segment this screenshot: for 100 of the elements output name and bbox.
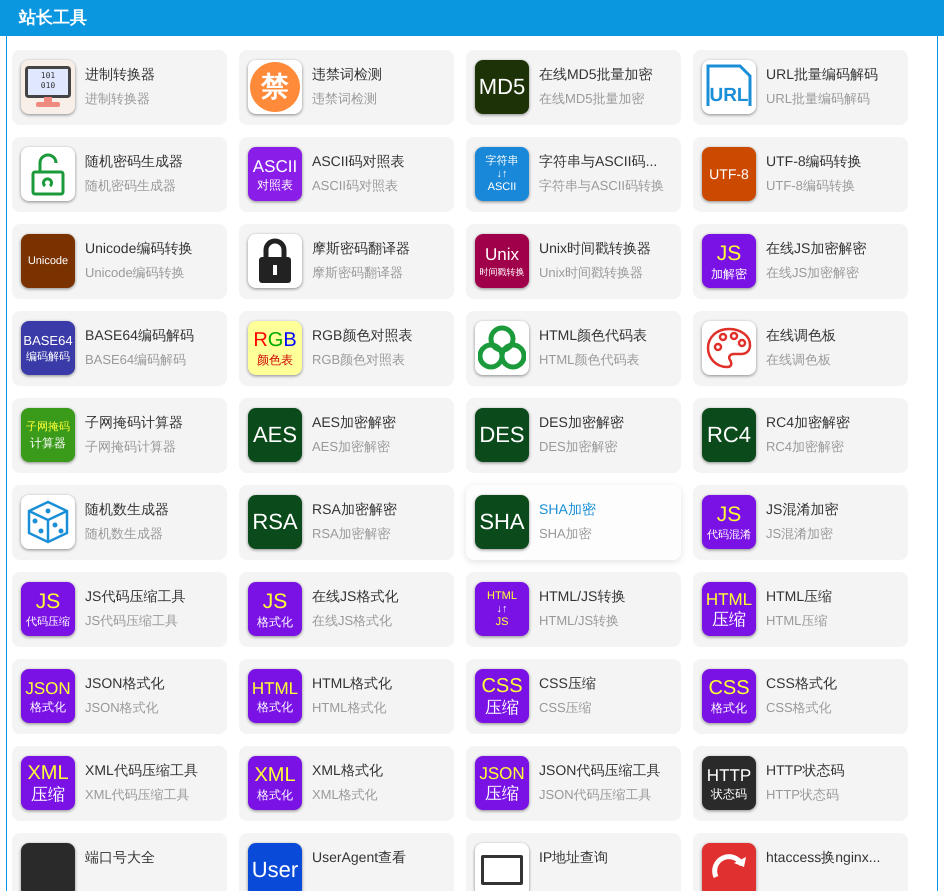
tool-card[interactable]: JSON 格式化 JSON格式化 JSON格式化 bbox=[12, 659, 227, 734]
tool-subtitle: 摩斯密码翻译器 bbox=[312, 264, 404, 282]
icon-label: 编码解码 bbox=[26, 352, 70, 362]
tool-subtitle: XML格式化 bbox=[312, 786, 379, 804]
icon-label: UTF-8 bbox=[709, 167, 749, 181]
icon-label: 压缩 bbox=[485, 699, 519, 716]
tool-card[interactable]: htaccess换nginx... bbox=[693, 833, 908, 891]
tool-subtitle: HTML格式化 bbox=[312, 699, 388, 717]
icon-label: SHA bbox=[479, 511, 525, 533]
icon-label: RSA bbox=[252, 511, 298, 533]
tool-subtitle: JSON格式化 bbox=[85, 699, 160, 717]
tool-subtitle: 在线调色板 bbox=[766, 351, 832, 369]
icon-label: JS bbox=[716, 504, 742, 524]
tool-card[interactable]: JS 加解密 在线JS加密解密 在线JS加密解密 bbox=[693, 224, 908, 299]
tool-card[interactable]: RC4 RC4加密解密 RC4加密解密 bbox=[693, 398, 908, 473]
tool-card[interactable]: User UserAgent查看 bbox=[239, 833, 454, 891]
tool-subtitle: DES加密解密 bbox=[539, 438, 619, 456]
lock-icon bbox=[21, 147, 75, 201]
icon-label: ASCII bbox=[252, 158, 298, 174]
icon-label: HTML bbox=[706, 590, 752, 608]
tool-card[interactable]: HTML 格式化 HTML格式化 HTML格式化 bbox=[239, 659, 454, 734]
tool-subtitle: BASE64编码解码 bbox=[85, 351, 188, 369]
tool-title: UserAgent查看 bbox=[312, 848, 406, 867]
tool-card[interactable]: JS 代码压缩 JS代码压缩工具 JS代码压缩工具 bbox=[12, 572, 227, 647]
tool-subtitle: 随机数生成器 bbox=[85, 525, 164, 543]
icon-label: 字符串 bbox=[486, 154, 518, 168]
icon-label: ASCII bbox=[488, 180, 516, 194]
tool-card[interactable]: HTML颜色代码表 HTML颜色代码表 bbox=[466, 311, 681, 386]
tool-card[interactable]: Unix 时间戳转换 Unix时间戳转换器 Unix时间戳转换器 bbox=[466, 224, 681, 299]
tool-title: 在线调色板 bbox=[766, 326, 836, 345]
tool-subtitle: Unicode编码转换 bbox=[85, 264, 186, 282]
tool-card[interactable]: IP地址查询 bbox=[466, 833, 681, 891]
tool-card[interactable]: HTML ↓↑ JS HTML/JS转换 HTML/JS转换 bbox=[466, 572, 681, 647]
tool-card[interactable]: Unicode Unicode编码转换 Unicode编码转换 bbox=[12, 224, 227, 299]
tool-card[interactable]: 禁 违禁词检测 违禁词检测 bbox=[239, 50, 454, 125]
icon-label: JS bbox=[36, 590, 60, 612]
icon-label: 时间戳转换 bbox=[480, 268, 524, 276]
tool-card[interactable]: XML 格式化 XML格式化 XML格式化 bbox=[239, 746, 454, 821]
tool-subtitle: JS代码压缩工具 bbox=[85, 612, 180, 630]
tool-title: HTTP状态码 bbox=[766, 761, 845, 780]
icon-label: DES bbox=[479, 424, 525, 446]
tool-card[interactable]: HTTP 状态码 HTTP状态码 HTTP状态码 bbox=[693, 746, 908, 821]
tool-card[interactable]: URL URL批量编码解码 URL批量编码解码 bbox=[693, 50, 908, 125]
icon-label: Unicode bbox=[28, 256, 68, 266]
tool-title: 进制转换器 bbox=[85, 65, 155, 84]
tool-card[interactable]: JSON 压缩 JSON代码压缩工具 JSON代码压缩工具 bbox=[466, 746, 681, 821]
header-title: 站长工具 bbox=[19, 7, 87, 30]
tool-title: JS代码压缩工具 bbox=[85, 587, 186, 606]
tool-card[interactable]: 随机密码生成器 随机密码生成器 bbox=[12, 137, 227, 212]
tool-card[interactable]: 随机数生成器 随机数生成器 bbox=[12, 485, 227, 560]
icon-label: 101 bbox=[40, 71, 56, 81]
tool-title: CSS格式化 bbox=[766, 674, 837, 693]
icon-label: XML bbox=[254, 765, 296, 785]
icon-label: JSON bbox=[479, 764, 525, 782]
tool-subtitle: 在线JS加密解密 bbox=[766, 264, 860, 282]
tool-title: RSA加密解密 bbox=[312, 500, 397, 519]
tool-card[interactable]: 端口号大全 bbox=[12, 833, 227, 891]
tool-title: AES加密解密 bbox=[312, 413, 396, 432]
tool-card[interactable]: 在线调色板 在线调色板 bbox=[693, 311, 908, 386]
icon-label: 压缩 bbox=[31, 786, 65, 803]
tool-subtitle: URL批量编码解码 bbox=[766, 90, 872, 108]
icon-label: G bbox=[268, 330, 284, 350]
tool-card[interactable]: BASE64 编码解码 BASE64编码解码 BASE64编码解码 bbox=[12, 311, 227, 386]
tool-title: 子网掩码计算器 bbox=[85, 413, 183, 432]
tool-title: Unix时间戳转换器 bbox=[539, 239, 652, 258]
icon-label: 格式化 bbox=[257, 700, 293, 712]
tool-card[interactable]: 摩斯密码翻译器 摩斯密码翻译器 bbox=[239, 224, 454, 299]
tool-card[interactable]: SHA SHA加密 SHA加密 bbox=[466, 485, 681, 560]
tool-card[interactable]: AES AES加密解密 AES加密解密 bbox=[239, 398, 454, 473]
dice-icon bbox=[21, 495, 75, 549]
icon-label: 对照表 bbox=[257, 178, 293, 190]
tool-title: 字符串与ASCII码... bbox=[539, 152, 658, 171]
icon-label: CSS bbox=[481, 676, 523, 696]
tool-subtitle: CSS格式化 bbox=[766, 699, 833, 717]
tool-card[interactable]: JS 代码混淆 JS混淆加密 JS混淆加密 bbox=[693, 485, 908, 560]
palette-icon bbox=[702, 321, 756, 375]
tool-card[interactable]: 子网掩码 计算器 子网掩码计算器 子网掩码计算器 bbox=[12, 398, 227, 473]
tool-card[interactable]: DES DES加密解密 DES加密解密 bbox=[466, 398, 681, 473]
tool-card[interactable]: ASCII 对照表 ASCII码对照表 ASCII码对照表 bbox=[239, 137, 454, 212]
tool-card[interactable]: RGB 颜色表 RGB颜色对照表 RGB颜色对照表 bbox=[239, 311, 454, 386]
tool-card[interactable]: 101 010 进制转换器 进制转换器 bbox=[12, 50, 227, 125]
tool-card[interactable]: 字符串 ↓↑ ASCII 字符串与ASCII码... 字符串与ASCII码转换 bbox=[466, 137, 681, 212]
tool-card[interactable]: RSA RSA加密解密 RSA加密解密 bbox=[239, 485, 454, 560]
tool-card[interactable]: XML 压缩 XML代码压缩工具 XML代码压缩工具 bbox=[12, 746, 227, 821]
tool-card[interactable]: JS 格式化 在线JS格式化 在线JS格式化 bbox=[239, 572, 454, 647]
tool-card[interactable]: UTF-8 UTF-8编码转换 UTF-8编码转换 bbox=[693, 137, 908, 212]
tool-subtitle: UTF-8编码转换 bbox=[766, 177, 856, 195]
icon-label: ↓↑ bbox=[496, 168, 508, 180]
tool-subtitle: 在线MD5批量加密 bbox=[539, 90, 646, 108]
tool-subtitle: JS混淆加密 bbox=[766, 525, 834, 543]
tool-subtitle: HTML颜色代码表 bbox=[539, 351, 640, 369]
icon-label: BASE64 bbox=[23, 334, 73, 346]
tool-card[interactable]: CSS 格式化 CSS格式化 CSS格式化 bbox=[693, 659, 908, 734]
tool-card[interactable]: HTML 压缩 HTML压缩 HTML压缩 bbox=[693, 572, 908, 647]
tool-title: CSS压缩 bbox=[539, 674, 596, 693]
tool-title: JSON格式化 bbox=[85, 674, 164, 693]
monitor-icon bbox=[475, 843, 529, 891]
tool-card[interactable]: CSS 压缩 CSS压缩 CSS压缩 bbox=[466, 659, 681, 734]
tool-subtitle: Unix时间戳转换器 bbox=[539, 264, 644, 282]
tool-subtitle: 子网掩码计算器 bbox=[85, 438, 177, 456]
